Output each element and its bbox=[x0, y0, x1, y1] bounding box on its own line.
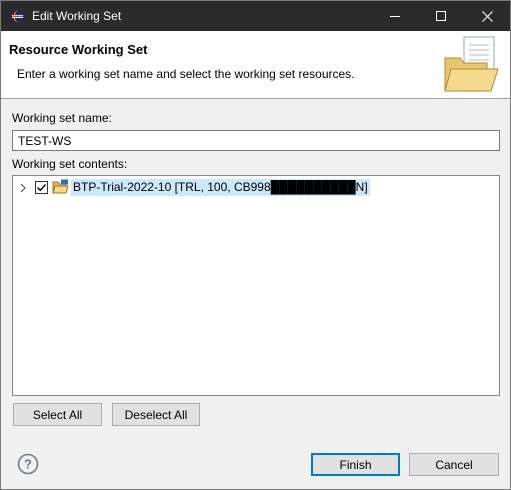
working-set-name-input[interactable] bbox=[12, 130, 500, 151]
close-button[interactable] bbox=[464, 1, 510, 31]
chevron-right-icon[interactable] bbox=[18, 182, 28, 194]
tree-item-label: BTP-Trial-2022-10 [TRL, 100, CB998██████… bbox=[71, 179, 370, 196]
name-label: Working set name: bbox=[12, 111, 112, 125]
select-all-button[interactable]: Select All bbox=[13, 403, 102, 426]
help-icon[interactable]: ? bbox=[17, 453, 39, 475]
maximize-icon bbox=[436, 11, 446, 21]
folder-document-icon bbox=[444, 36, 499, 92]
tree-item[interactable]: BTP-Trial-2022-10 [TRL, 100, CB998██████… bbox=[14, 179, 370, 197]
page-description: Enter a working set name and select the … bbox=[17, 67, 355, 81]
minimize-icon bbox=[390, 16, 400, 17]
svg-text:?: ? bbox=[24, 457, 32, 472]
eclipse-icon bbox=[10, 9, 25, 24]
finish-button[interactable]: Finish bbox=[311, 453, 400, 476]
deselect-all-button[interactable]: Deselect All bbox=[112, 403, 200, 426]
close-icon bbox=[481, 10, 493, 22]
maximize-button[interactable] bbox=[418, 1, 464, 31]
window-title: Edit Working Set bbox=[32, 9, 122, 23]
contents-label: Working set contents: bbox=[12, 157, 128, 171]
header-banner: Resource Working Set Enter a working set… bbox=[1, 31, 510, 99]
edit-working-set-dialog: Edit Working Set Resource Working Set En… bbox=[0, 0, 511, 490]
minimize-button[interactable] bbox=[372, 1, 418, 31]
cancel-button[interactable]: Cancel bbox=[409, 453, 499, 476]
checkmark-icon bbox=[37, 184, 47, 192]
item-checkbox[interactable] bbox=[35, 181, 48, 194]
title-bar: Edit Working Set bbox=[1, 1, 510, 31]
project-folder-icon bbox=[52, 179, 69, 194]
page-title: Resource Working Set bbox=[9, 42, 148, 57]
working-set-contents-tree[interactable]: BTP-Trial-2022-10 [TRL, 100, CB998██████… bbox=[12, 175, 500, 396]
